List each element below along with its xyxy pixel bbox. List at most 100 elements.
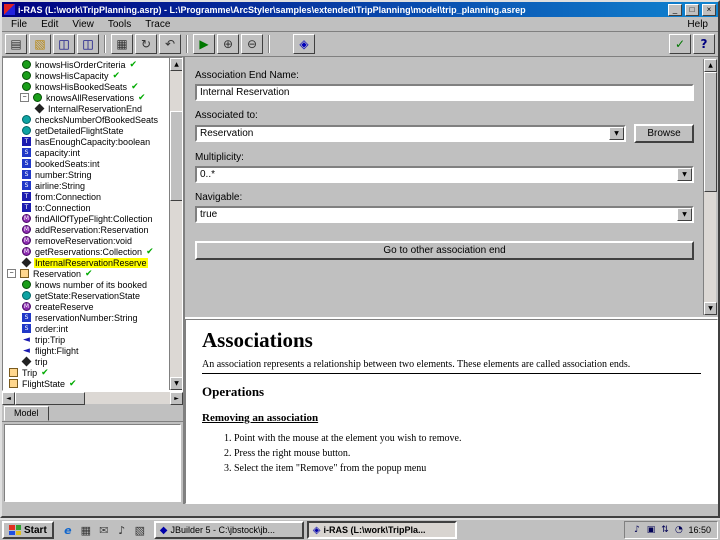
tree-vscroll-track[interactable] <box>170 71 182 377</box>
zoomout-icon[interactable]: ⊖ <box>241 34 263 54</box>
tree-item[interactable]: Sairline:String <box>3 180 169 191</box>
tree-hscroll-track[interactable] <box>15 392 170 405</box>
tree-item[interactable]: ◄ flight:Flight <box>3 345 169 356</box>
ie-icon[interactable]: e <box>60 522 76 538</box>
menu-tools[interactable]: Tools <box>101 19 138 30</box>
tree-item[interactable]: SreservationNumber:String <box>3 312 169 323</box>
new-icon[interactable]: ▤ <box>5 34 27 54</box>
t-icon: T <box>22 137 31 146</box>
zoomin-icon[interactable]: ⊕ <box>217 34 239 54</box>
network-icon[interactable]: ⇅ <box>659 525 670 536</box>
tree-item[interactable]: − Reservation ✔ <box>3 268 169 279</box>
mail-icon[interactable]: ✉ <box>96 522 112 538</box>
start-label: Start <box>24 524 47 536</box>
tree-item[interactable]: MgetReservations:Collection ✔ <box>3 246 169 257</box>
tree-item[interactable]: ThasEnoughCapacity:boolean <box>3 136 169 147</box>
run-icon[interactable]: ▶ <box>193 34 215 54</box>
form-vertical-scrollbar[interactable]: ▲ ▼ <box>703 59 717 315</box>
desktop-icon[interactable]: ▦ <box>78 522 94 538</box>
chevron-down-icon[interactable]: ▼ <box>677 208 692 221</box>
menu-view[interactable]: View <box>65 19 101 30</box>
tree-expander-icon[interactable]: − <box>7 269 16 278</box>
task-button[interactable]: ◆ JBuilder 5 - C:\jbstock\jb... <box>153 521 304 539</box>
tree-item[interactable]: MaddReservation:Reservation <box>3 224 169 235</box>
start-button[interactable]: Start <box>2 521 54 539</box>
tree-item[interactable]: Snumber:String <box>3 169 169 180</box>
maximize-button[interactable]: □ <box>685 3 699 16</box>
titlebar[interactable]: i-RAS (L:\work\TripPlanning.asrp) - L:\P… <box>2 2 718 17</box>
tree-item[interactable]: Scapacity:int <box>3 147 169 158</box>
media-icon[interactable]: ♪ <box>114 522 130 538</box>
tree-item[interactable]: Sorder:int <box>3 323 169 334</box>
tree-item[interactable]: FlightState ✔ <box>3 378 169 389</box>
check-icon: ✔ <box>85 268 93 279</box>
explorer-icon[interactable]: ▧ <box>132 522 148 538</box>
scroll-up-icon[interactable]: ▲ <box>704 59 717 72</box>
form-vscroll-track[interactable] <box>704 72 717 302</box>
tree-horizontal-scrollbar[interactable]: ◄ ► <box>2 391 183 405</box>
scheduler-icon[interactable]: ◔ <box>673 525 684 536</box>
undo-icon[interactable]: ↶ <box>159 34 181 54</box>
volume-icon[interactable]: ♪ <box>631 525 642 536</box>
menu-edit[interactable]: Edit <box>34 19 65 30</box>
navigable-select[interactable]: true ▼ <box>195 206 694 223</box>
multiplicity-select[interactable]: 0..* ▼ <box>195 166 694 183</box>
model-icon[interactable]: ◈ <box>293 34 315 54</box>
help-icon[interactable]: ? <box>693 34 715 54</box>
open-icon[interactable]: ▧ <box>29 34 51 54</box>
save-icon[interactable]: ◫ <box>53 34 75 54</box>
menu-file[interactable]: File <box>4 19 34 30</box>
tree-expander-icon[interactable]: − <box>20 93 29 102</box>
task-buttons: ◆ JBuilder 5 - C:\jbstock\jb... ◈ i-RAS (L:… <box>153 521 457 539</box>
go-to-other-end-button[interactable]: Go to other association end <box>195 241 694 260</box>
chevron-down-icon[interactable]: ▼ <box>677 168 692 181</box>
print-icon[interactable]: ▦ <box>111 34 133 54</box>
refresh-icon[interactable]: ↻ <box>135 34 157 54</box>
tree-item[interactable]: SbookedSeats:int <box>3 158 169 169</box>
display-icon[interactable]: ▣ <box>645 525 656 536</box>
tree-vertical-scrollbar[interactable]: ▲ ▼ <box>169 58 182 390</box>
toolbar: ▤ ▧ ◫ ◫ ▦ ↻ ↶ ▶ ⊕ ⊖ ◈ ✓? <box>2 32 718 57</box>
navigable-label: Navigable: <box>195 192 243 203</box>
tree-item[interactable]: Tto:Connection <box>3 202 169 213</box>
tree-item[interactable]: Tfrom:Connection <box>3 191 169 202</box>
navigable-value: true <box>200 209 218 220</box>
close-button[interactable]: × <box>702 3 716 16</box>
tree-item[interactable]: ◄ trip:Trip <box>3 334 169 345</box>
tree-item[interactable]: MremoveReservation:void <box>3 235 169 246</box>
tree-item[interactable]: Trip ✔ <box>3 367 169 378</box>
tree-item[interactable]: − knowsAllReservations ✔ <box>3 92 169 103</box>
tree-item[interactable]: knowsHisCapacity ✔ <box>3 70 169 81</box>
associated-to-select[interactable]: Reservation ▼ <box>195 125 626 142</box>
tree-item[interactable]: InternalReservationReserve <box>3 257 169 268</box>
chevron-down-icon[interactable]: ▼ <box>609 127 624 140</box>
form-vscroll-thumb[interactable] <box>704 72 717 192</box>
tree-item[interactable]: getDetailedFlightState <box>3 125 169 136</box>
tree-item[interactable]: knowsHisBookedSeats ✔ <box>3 81 169 92</box>
tree-item[interactable]: MfindAllOfTypeFlight:Collection <box>3 213 169 224</box>
tab-model[interactable]: Model <box>4 406 49 421</box>
scroll-down-icon[interactable]: ▼ <box>170 377 182 390</box>
tree-item[interactable]: InternalReservationEnd <box>3 103 169 114</box>
m-icon: M <box>22 236 31 245</box>
tree-item[interactable]: McreateReserve <box>3 301 169 312</box>
menu-trace[interactable]: Trace <box>138 19 177 30</box>
menu-help[interactable]: Help <box>679 19 716 30</box>
tree-vscroll-thumb[interactable] <box>170 111 182 201</box>
verify-icon[interactable]: ✓ <box>669 34 691 54</box>
task-button[interactable]: ◈ i-RAS (L:\work\TripPla... <box>306 521 457 539</box>
doc-step: Press the right mouse button. <box>234 448 701 459</box>
scroll-down-icon[interactable]: ▼ <box>704 302 717 315</box>
tree-hscroll-thumb[interactable] <box>15 392 85 405</box>
tree-item[interactable]: checksNumberOfBookedSeats <box>3 114 169 125</box>
tree-item[interactable]: trip <box>3 356 169 367</box>
browse-button[interactable]: Browse <box>634 124 694 143</box>
tree-item[interactable]: getState:ReservationState <box>3 290 169 301</box>
saveall-icon[interactable]: ◫ <box>77 34 99 54</box>
tree-item[interactable]: knows number of its booked <box>3 279 169 290</box>
scroll-up-icon[interactable]: ▲ <box>170 58 182 71</box>
minimize-button[interactable]: _ <box>668 3 682 16</box>
tree-item-label: Trip <box>22 367 38 378</box>
assoc-end-name-input[interactable] <box>195 84 694 101</box>
tree-item[interactable]: knowsHisOrderCriteria ✔ <box>3 59 169 70</box>
